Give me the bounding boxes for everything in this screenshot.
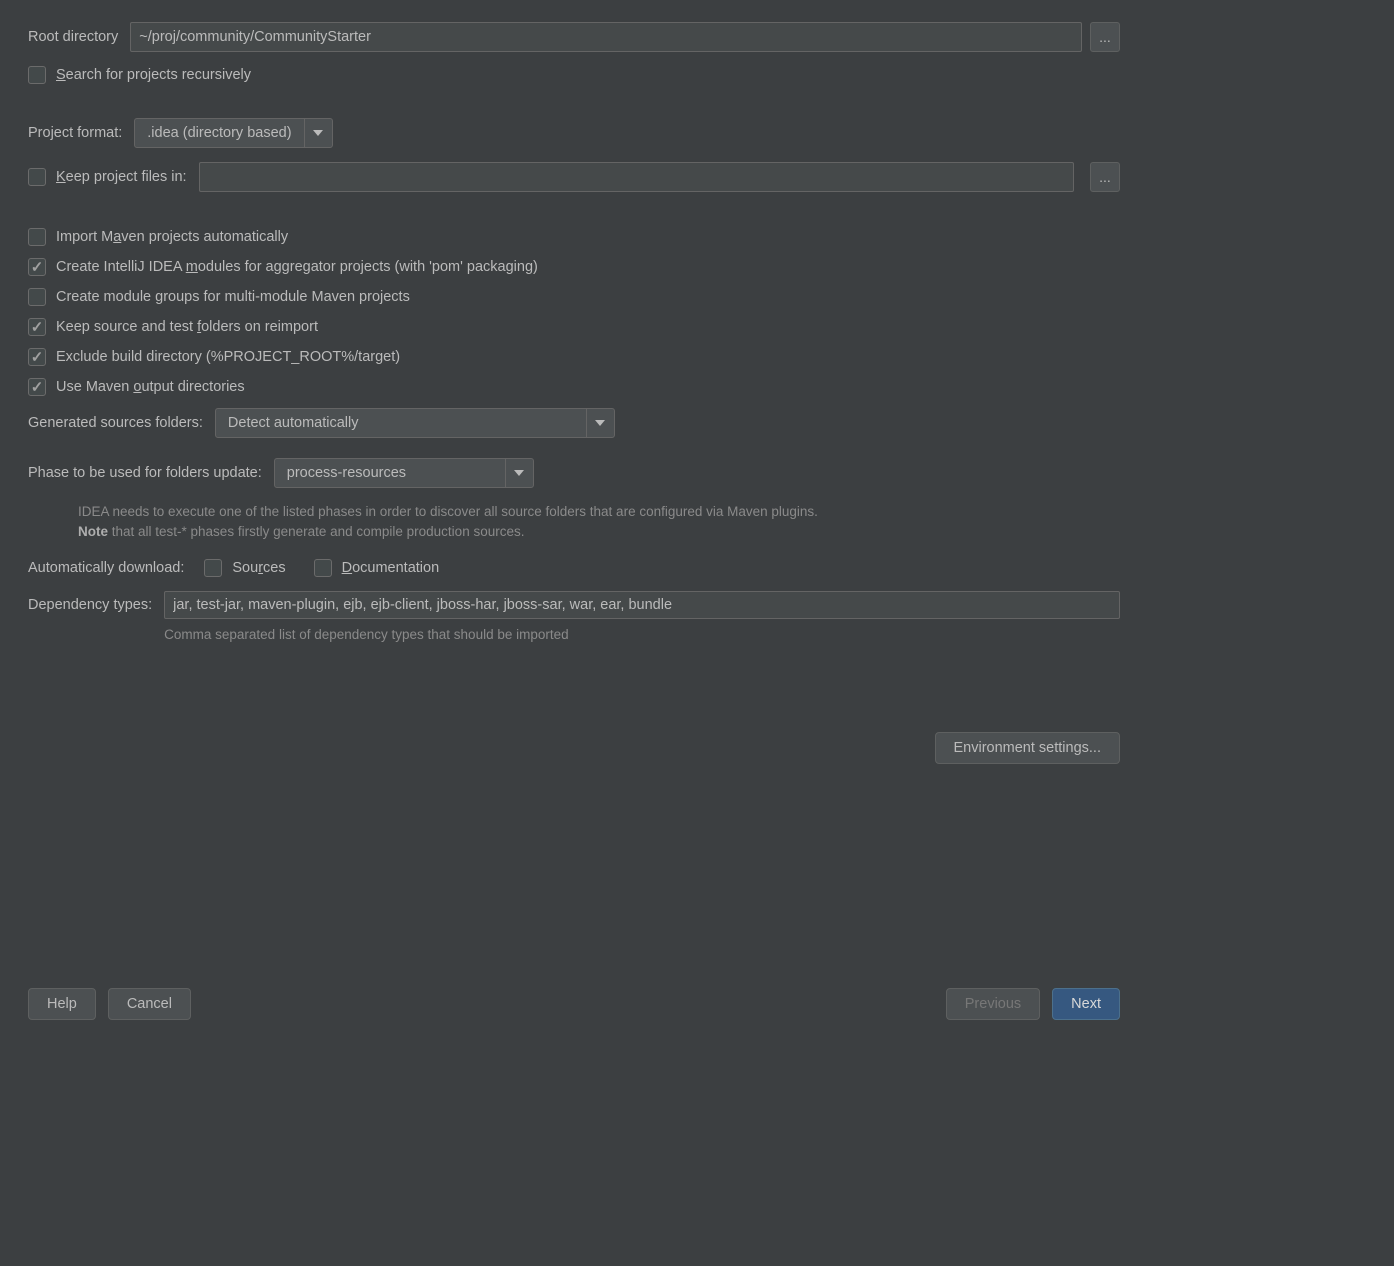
keep-project-files-checkbox[interactable] [28,168,46,186]
chevron-down-icon [586,409,614,437]
download-docs-label[interactable]: Documentation [342,560,440,576]
download-sources-checkbox[interactable] [204,559,222,577]
keep-folders-label[interactable]: Keep source and test folders on reimport [56,319,318,335]
phase-label: Phase to be used for folders update: [28,465,262,481]
keep-folders-checkbox[interactable] [28,318,46,336]
phase-select[interactable]: process-resources [274,458,534,488]
browse-keep-files-button[interactable]: ... [1090,162,1120,192]
use-maven-output-label[interactable]: Use Maven output directories [56,379,245,395]
import-maven-auto-checkbox[interactable] [28,228,46,246]
help-button[interactable]: Help [28,988,96,1020]
phase-hint: IDEA needs to execute one of the listed … [78,502,1120,541]
project-format-label: Project format: [28,125,122,141]
chevron-down-icon [505,459,533,487]
dependency-types-hint: Comma separated list of dependency types… [164,627,1120,642]
search-recursively-label[interactable]: Search for projects recursively [56,67,251,83]
create-aggregator-modules-checkbox[interactable] [28,258,46,276]
create-aggregator-modules-label[interactable]: Create IntelliJ IDEA modules for aggrega… [56,259,538,275]
chevron-down-icon [304,119,332,147]
exclude-build-dir-label[interactable]: Exclude build directory (%PROJECT_ROOT%/… [56,349,400,365]
dependency-types-input[interactable] [164,591,1120,619]
download-sources-label[interactable]: Sources [232,560,285,576]
previous-button[interactable]: Previous [946,988,1040,1020]
auto-download-label: Automatically download: [28,560,184,576]
browse-root-directory-button[interactable]: ... [1090,22,1120,52]
keep-project-files-input[interactable] [199,162,1074,192]
dependency-types-label: Dependency types: [28,591,152,613]
download-docs-checkbox[interactable] [314,559,332,577]
search-recursively-checkbox[interactable] [28,66,46,84]
root-directory-input[interactable] [130,22,1082,52]
project-format-select[interactable]: .idea (directory based) [134,118,332,148]
cancel-button[interactable]: Cancel [108,988,191,1020]
keep-project-files-label[interactable]: Keep project files in: [56,169,187,185]
gen-sources-label: Generated sources folders: [28,415,203,431]
create-module-groups-checkbox[interactable] [28,288,46,306]
import-maven-auto-label[interactable]: Import Maven projects automatically [56,229,288,245]
next-button[interactable]: Next [1052,988,1120,1020]
create-module-groups-label[interactable]: Create module groups for multi-module Ma… [56,289,410,305]
root-directory-label: Root directory [28,29,118,45]
environment-settings-button[interactable]: Environment settings... [935,732,1121,764]
gen-sources-select[interactable]: Detect automatically [215,408,615,438]
exclude-build-dir-checkbox[interactable] [28,348,46,366]
use-maven-output-checkbox[interactable] [28,378,46,396]
